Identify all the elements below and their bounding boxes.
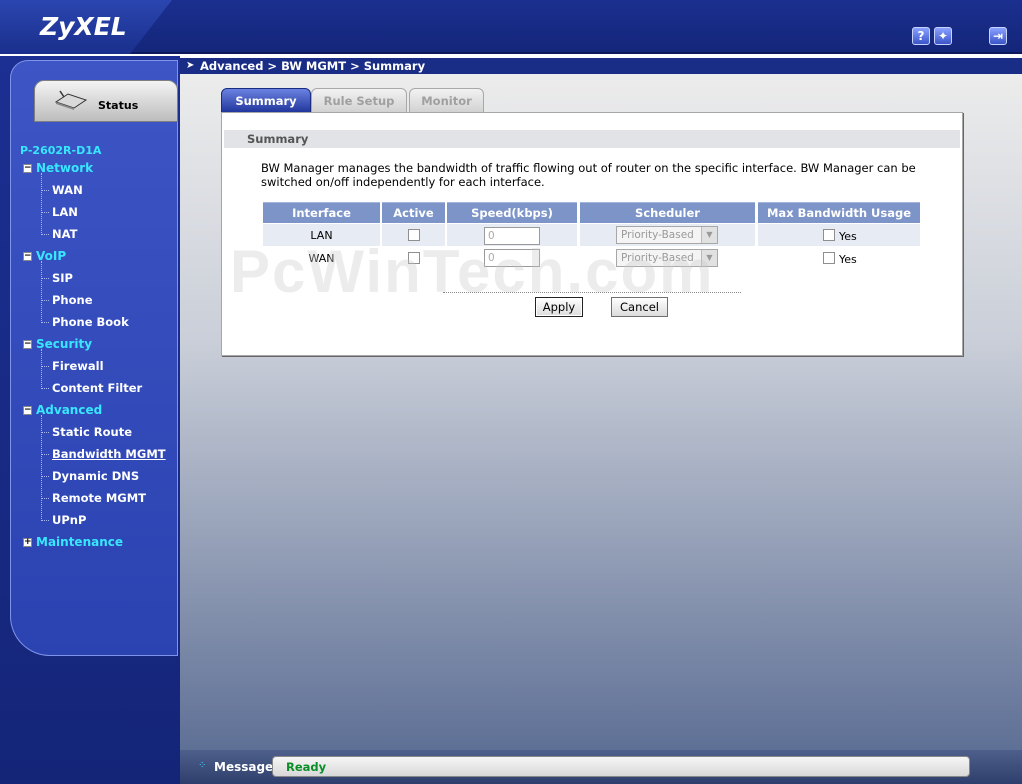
nav-item-nat[interactable]: NAT: [52, 227, 77, 241]
message-text: Ready: [286, 760, 327, 774]
tree-branch: [41, 454, 49, 455]
message-label: Message: [214, 760, 274, 774]
expand-icon[interactable]: +: [23, 538, 32, 547]
nav-item-dynamic-dns[interactable]: Dynamic DNS: [52, 469, 139, 483]
logout-icon[interactable]: ⇥: [989, 27, 1007, 45]
nav-item-phone[interactable]: Phone: [52, 293, 93, 307]
wizard-icon[interactable]: ✦: [934, 27, 952, 45]
max-usage-label: Yes: [839, 230, 857, 243]
cancel-button[interactable]: Cancel: [611, 297, 668, 317]
tree-branch: [41, 322, 49, 323]
tab-monitor[interactable]: Monitor: [409, 88, 484, 113]
tree-branch: [41, 498, 49, 499]
collapse-icon[interactable]: −: [23, 406, 32, 415]
nav-item-firewall[interactable]: Firewall: [52, 359, 104, 373]
tree-branch: [41, 520, 49, 521]
tab-rule-setup[interactable]: Rule Setup: [311, 88, 407, 113]
description-text: BW Manager manages the bandwidth of traf…: [261, 161, 916, 189]
device-name: P-2602R-D1A: [20, 144, 102, 157]
nav-item-wan[interactable]: WAN: [52, 183, 83, 197]
breadcrumb: Advanced > BW MGMT > Summary: [200, 59, 426, 73]
max-usage-label: Yes: [839, 253, 857, 266]
nav-item-content-filter[interactable]: Content Filter: [52, 381, 142, 395]
tree-branch: [41, 212, 49, 213]
nav-item-phone-book[interactable]: Phone Book: [52, 315, 129, 329]
breadcrumb-arrow-icon: ➤: [186, 60, 195, 71]
dots-icon: ⁘: [198, 760, 207, 771]
section-header: [224, 130, 960, 148]
collapse-icon[interactable]: −: [23, 164, 32, 173]
tree-branch: [41, 234, 49, 235]
tree-branch: [41, 366, 49, 367]
tree-line: [41, 415, 42, 521]
nav-group-security[interactable]: Security: [36, 337, 92, 351]
nav-group-maintenance[interactable]: Maintenance: [36, 535, 123, 549]
tree-branch: [41, 300, 49, 301]
column-header-active: Active: [382, 202, 445, 223]
nav-item-remote-mgmt[interactable]: Remote MGMT: [52, 491, 146, 505]
tab-summary[interactable]: Summary: [221, 88, 311, 113]
tree-line: [41, 173, 42, 235]
tree-branch: [41, 432, 49, 433]
max-usage-checkbox[interactable]: [823, 252, 835, 264]
tree-branch: [41, 388, 49, 389]
apply-button[interactable]: Apply: [535, 297, 583, 317]
nav-item-bandwidth-mgmt[interactable]: Bandwidth MGMT: [52, 447, 166, 461]
status-label: Status: [98, 99, 139, 112]
watermark: PcWinTech.com: [230, 238, 715, 305]
column-header-interface: Interface: [263, 202, 380, 223]
message-box: [272, 756, 970, 777]
column-header-speed: Speed(kbps): [447, 202, 577, 223]
nav-group-advanced[interactable]: Advanced: [36, 403, 102, 417]
tree-branch: [41, 476, 49, 477]
divider: [443, 292, 741, 293]
nav-item-upnp[interactable]: UPnP: [52, 513, 86, 527]
nav-item-lan[interactable]: LAN: [52, 205, 78, 219]
nav-item-sip[interactable]: SIP: [52, 271, 73, 285]
collapse-icon[interactable]: −: [23, 252, 32, 261]
tree-branch: [41, 278, 49, 279]
tree-line: [41, 261, 42, 323]
nav-group-voip[interactable]: VoIP: [36, 249, 66, 263]
tree-line: [41, 349, 42, 389]
nav-item-static-route[interactable]: Static Route: [52, 425, 132, 439]
column-header-scheduler: Scheduler: [580, 202, 755, 223]
help-icon[interactable]: ?: [912, 27, 930, 45]
tree-branch: [41, 190, 49, 191]
section-title: Summary: [247, 132, 309, 146]
collapse-icon[interactable]: −: [23, 340, 32, 349]
router-icon: [54, 90, 88, 110]
nav-group-network[interactable]: Network: [36, 161, 93, 175]
column-header-max-bandwidth: Max Bandwidth Usage: [758, 202, 920, 223]
max-usage-checkbox[interactable]: [823, 229, 835, 241]
zyxel-logo: ZyXEL: [40, 12, 127, 41]
